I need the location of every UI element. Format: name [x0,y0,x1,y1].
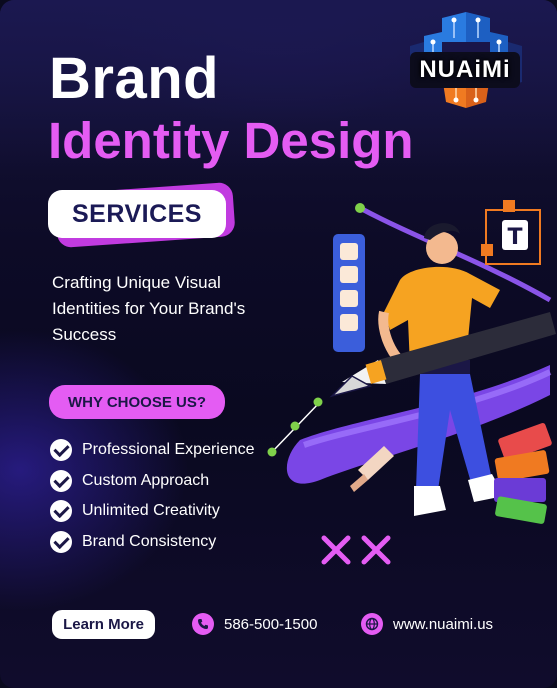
tagline: Crafting Unique Visual Identities for Yo… [52,273,246,344]
check-icon [50,470,72,492]
feature-label: Brand Consistency [82,533,217,550]
why-choose-us-badge: WHY CHOOSE US? [49,385,225,419]
feature-item: Professional Experience [50,438,255,462]
feature-label: Unlimited Creativity [82,502,220,519]
feature-item: Brand Consistency [50,530,216,554]
learn-more-button[interactable]: Learn More [52,610,155,639]
website-contact[interactable]: www.nuaimi.us [361,611,493,637]
phone-contact[interactable]: 586-500-1500 [192,611,317,637]
globe-icon [361,613,383,635]
svg-text:T: T [507,225,522,250]
feature-label: Professional Experience [82,441,255,458]
feature-item: Custom Approach [50,469,209,493]
website-url: www.nuaimi.us [393,615,494,633]
phone-number: 586-500-1500 [224,615,318,633]
headline-line1: Brand [49,46,220,111]
check-icon [50,439,72,461]
check-icon [50,531,72,553]
feature-item: Unlimited Creativity [50,499,220,523]
brand-logo: NUAiMi [406,12,524,108]
services-badge: SERVICES [48,181,236,249]
phone-icon [192,613,214,635]
feature-label: Custom Approach [82,472,210,489]
headline-line2: Identity Design [48,112,414,169]
services-label: SERVICES [48,190,226,238]
poster: NUAiMi Brand Identity Design SERVICES Cr… [0,0,557,688]
text-frame-icon: T [481,200,541,265]
designer-illustration: T [267,200,556,565]
check-icon [50,500,72,522]
logo-text: NUAiMi [419,56,511,83]
color-swatch-fan [494,423,552,524]
decorative-cross-icon [321,535,391,565]
